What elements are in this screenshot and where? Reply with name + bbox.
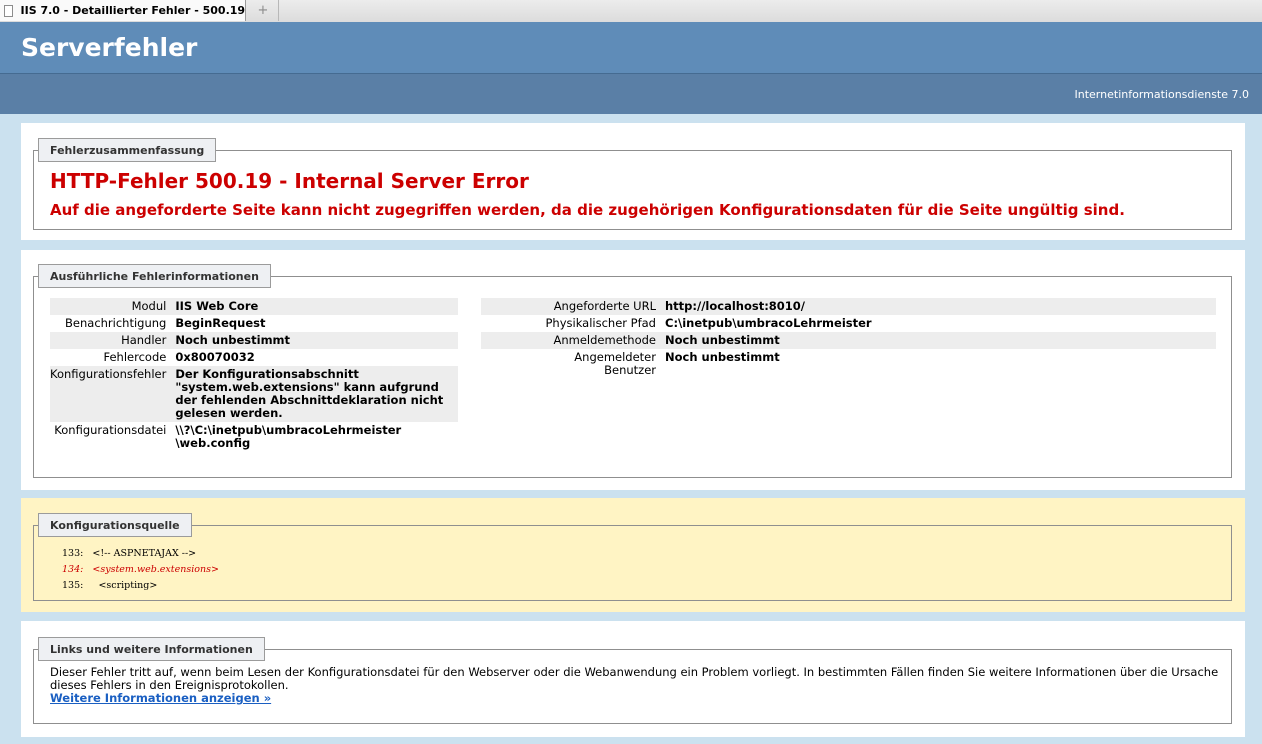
detail-row: Handler Noch unbestimmt bbox=[50, 332, 458, 349]
error-summary-panel: Fehlerzusammenfassung HTTP-Fehler 500.19… bbox=[21, 123, 1245, 240]
product-name: Internetinformationsdienste 7.0 bbox=[1074, 88, 1249, 101]
detail-row: Physikalischer Pfad C:\inetpub\umbracoLe… bbox=[481, 315, 1216, 332]
config-source-legend: Konfigurationsquelle bbox=[38, 513, 192, 537]
detail-row: Modul IIS Web Core bbox=[50, 298, 458, 315]
error-details-legend: Ausführliche Fehlerinformationen bbox=[38, 264, 271, 288]
line-code: <system.web.extensions> bbox=[92, 564, 219, 575]
page-header: Serverfehler bbox=[0, 22, 1262, 74]
detail-value: 0x80070032 bbox=[175, 350, 255, 364]
detail-row: Angemeldeter Benutzer Noch unbestimmt bbox=[481, 349, 1216, 379]
code-line: 135: <scripting> bbox=[62, 578, 219, 594]
detail-key: Fehlercode bbox=[103, 350, 167, 364]
browser-tab-strip: IIS 7.0 - Detaillierter Fehler - 500.19 … bbox=[0, 0, 1262, 23]
info-text: Dieser Fehler tritt auf, wenn beim Lesen… bbox=[50, 665, 1219, 692]
detail-value: Der Konfigurationsabschnitt "system.web.… bbox=[175, 366, 458, 422]
detail-value: BeginRequest bbox=[175, 316, 266, 330]
detail-row: Benachrichtigung BeginRequest bbox=[50, 315, 458, 332]
config-source-panel: Konfigurationsquelle 133: <!-- ASPNETAJA… bbox=[21, 498, 1245, 612]
error-subtitle: Auf die angeforderte Seite kann nicht zu… bbox=[50, 201, 1125, 219]
code-line: 133: <!-- ASPNETAJAX --> bbox=[62, 546, 219, 562]
detail-value: Noch unbestimmt bbox=[665, 332, 1216, 349]
detail-value: Noch unbestimmt bbox=[175, 332, 458, 349]
config-source-code: 133: <!-- ASPNETAJAX --> 134: <system.web… bbox=[62, 546, 219, 594]
detail-value: C:\inetpub\umbracoLehrmeister bbox=[665, 316, 872, 330]
detail-row: Konfigurationsdatei \\?\C:\inetpub\umbra… bbox=[50, 422, 458, 452]
config-source-box: Konfigurationsquelle 133: <!-- ASPNETAJA… bbox=[33, 513, 1232, 601]
error-details-panel: Ausführliche Fehlerinformationen Modul I… bbox=[21, 250, 1245, 490]
detail-value: Noch unbestimmt bbox=[665, 350, 780, 364]
details-table-left: Modul IIS Web Core Benachrichtigung Begi… bbox=[50, 298, 458, 452]
detail-row: Konfigurationsfehler Der Konfigurationsa… bbox=[50, 366, 458, 422]
line-number: 134: bbox=[62, 564, 84, 575]
more-info-link[interactable]: Weitere Informationen anzeigen » bbox=[50, 691, 271, 705]
detail-value: http://localhost:8010/ bbox=[665, 298, 1216, 315]
product-bar: Internetinformationsdienste 7.0 bbox=[0, 74, 1262, 114]
links-panel: Links und weitere Informationen Dieser F… bbox=[21, 621, 1245, 737]
detail-row: Angeforderte URL http://localhost:8010/ bbox=[481, 298, 1216, 315]
detail-key: Angeforderte URL bbox=[481, 298, 665, 315]
error-summary-box: Fehlerzusammenfassung HTTP-Fehler 500.19… bbox=[33, 138, 1232, 230]
details-table-right: Angeforderte URL http://localhost:8010/ … bbox=[481, 298, 1216, 379]
line-number: 133: bbox=[62, 548, 84, 559]
detail-key: Angemeldeter Benutzer bbox=[574, 350, 656, 377]
detail-value: IIS Web Core bbox=[175, 298, 458, 315]
detail-key: Konfigurationsdatei bbox=[54, 423, 167, 437]
error-details-box: Ausführliche Fehlerinformationen Modul I… bbox=[33, 264, 1232, 478]
line-code: <!-- ASPNETAJAX --> bbox=[92, 548, 197, 559]
line-number: 135: bbox=[62, 580, 84, 591]
error-title: HTTP-Fehler 500.19 - Internal Server Err… bbox=[50, 169, 529, 193]
code-line-highlighted: 134: <system.web.extensions> bbox=[62, 562, 219, 578]
page-document-icon bbox=[4, 4, 13, 17]
detail-row: Fehlercode 0x80070032 bbox=[50, 349, 458, 366]
links-box: Links und weitere Informationen Dieser F… bbox=[33, 637, 1232, 724]
error-summary-legend: Fehlerzusammenfassung bbox=[38, 138, 217, 162]
detail-key: Physikalischer Pfad bbox=[545, 316, 656, 330]
line-code: <scripting> bbox=[92, 580, 158, 591]
detail-row: Anmeldemethode Noch unbestimmt bbox=[481, 332, 1216, 349]
links-info: Dieser Fehler tritt auf, wenn beim Lesen… bbox=[50, 666, 1221, 705]
links-legend: Links und weitere Informationen bbox=[38, 637, 265, 661]
detail-value: \\?\C:\inetpub\umbracoLehrmeister \web.c… bbox=[175, 423, 402, 450]
detail-key: Konfigurationsfehler bbox=[50, 366, 176, 422]
browser-tab-title: IIS 7.0 - Detaillierter Fehler - 500.19 … bbox=[20, 4, 245, 17]
detail-key: Anmeldemethode bbox=[481, 332, 665, 349]
detail-key: Benachrichtigung bbox=[65, 316, 167, 330]
new-tab-button[interactable]: + bbox=[248, 0, 279, 21]
detail-key: Modul bbox=[50, 298, 176, 315]
page-title: Serverfehler bbox=[21, 33, 198, 62]
browser-tab[interactable]: IIS 7.0 - Detaillierter Fehler - 500.19 … bbox=[0, 0, 246, 21]
detail-key: Handler bbox=[50, 332, 176, 349]
